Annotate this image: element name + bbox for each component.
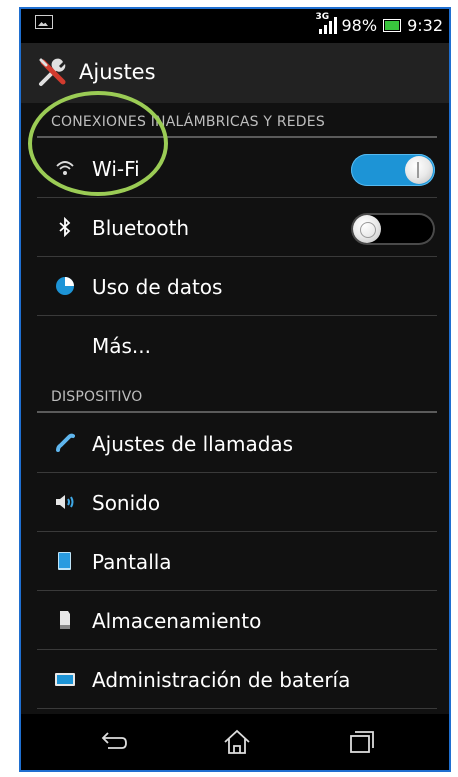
home-icon[interactable] <box>219 727 255 757</box>
page-title: Ajustes <box>79 60 156 84</box>
storage-icon <box>60 611 70 629</box>
settings-tools-icon[interactable] <box>37 58 67 88</box>
settings-item-data-usage[interactable]: Uso de datos <box>37 257 437 316</box>
row-divider <box>37 708 437 709</box>
settings-item-call-settings[interactable]: Ajustes de llamadas <box>37 414 437 473</box>
settings-item-storage[interactable]: Almacenamiento <box>37 591 437 650</box>
display-icon <box>58 552 71 570</box>
gallery-notification-icon <box>35 15 53 29</box>
phone-handset-icon <box>56 433 75 452</box>
highlight-circle <box>28 91 168 196</box>
section-header-device: DISPOSITIVO <box>51 389 143 405</box>
settings-item-bluetooth[interactable]: Bluetooth <box>37 198 437 257</box>
settings-item-more[interactable]: Más... <box>37 316 437 375</box>
back-icon[interactable] <box>96 727 132 757</box>
navigation-bar <box>21 714 449 770</box>
data-usage-icon <box>56 277 74 295</box>
settings-item-battery[interactable]: Administración de batería <box>37 650 437 709</box>
settings-item-label: Ajustes de llamadas <box>92 432 294 456</box>
section-divider <box>37 411 437 413</box>
clock: 9:32 <box>407 15 443 35</box>
status-indicators: 3G 98% 9:32 <box>316 12 444 37</box>
settings-item-label: Uso de datos <box>92 275 223 299</box>
bluetooth-toggle[interactable] <box>351 213 435 245</box>
battery-icon <box>383 18 402 32</box>
wifi-toggle[interactable] <box>351 154 435 186</box>
settings-item-label: Sonido <box>92 491 161 515</box>
network-type: 3G <box>315 12 330 22</box>
battery-percent: 98% <box>341 15 378 35</box>
recent-apps-icon[interactable] <box>343 727 379 757</box>
toggle-knob <box>405 156 433 184</box>
bluetooth-icon <box>59 217 71 237</box>
settings-item-label: Bluetooth <box>92 216 190 240</box>
signal-strength-icon: 3G <box>316 12 337 34</box>
settings-item-label: Administración de batería <box>92 668 351 692</box>
settings-list: CONEXIONES INALÁMBRICAS Y REDES Wi-Fi Bl… <box>21 103 449 718</box>
settings-item-display[interactable]: Pantalla <box>37 532 437 591</box>
settings-item-sound[interactable]: Sonido <box>37 473 437 532</box>
status-bar: 3G 98% 9:32 <box>21 9 449 43</box>
settings-item-label: Almacenamiento <box>92 609 262 633</box>
settings-item-label: Más... <box>92 334 152 358</box>
battery-icon <box>55 673 75 686</box>
speaker-icon <box>56 495 74 509</box>
settings-item-label: Pantalla <box>92 550 172 574</box>
toggle-knob <box>353 215 381 243</box>
